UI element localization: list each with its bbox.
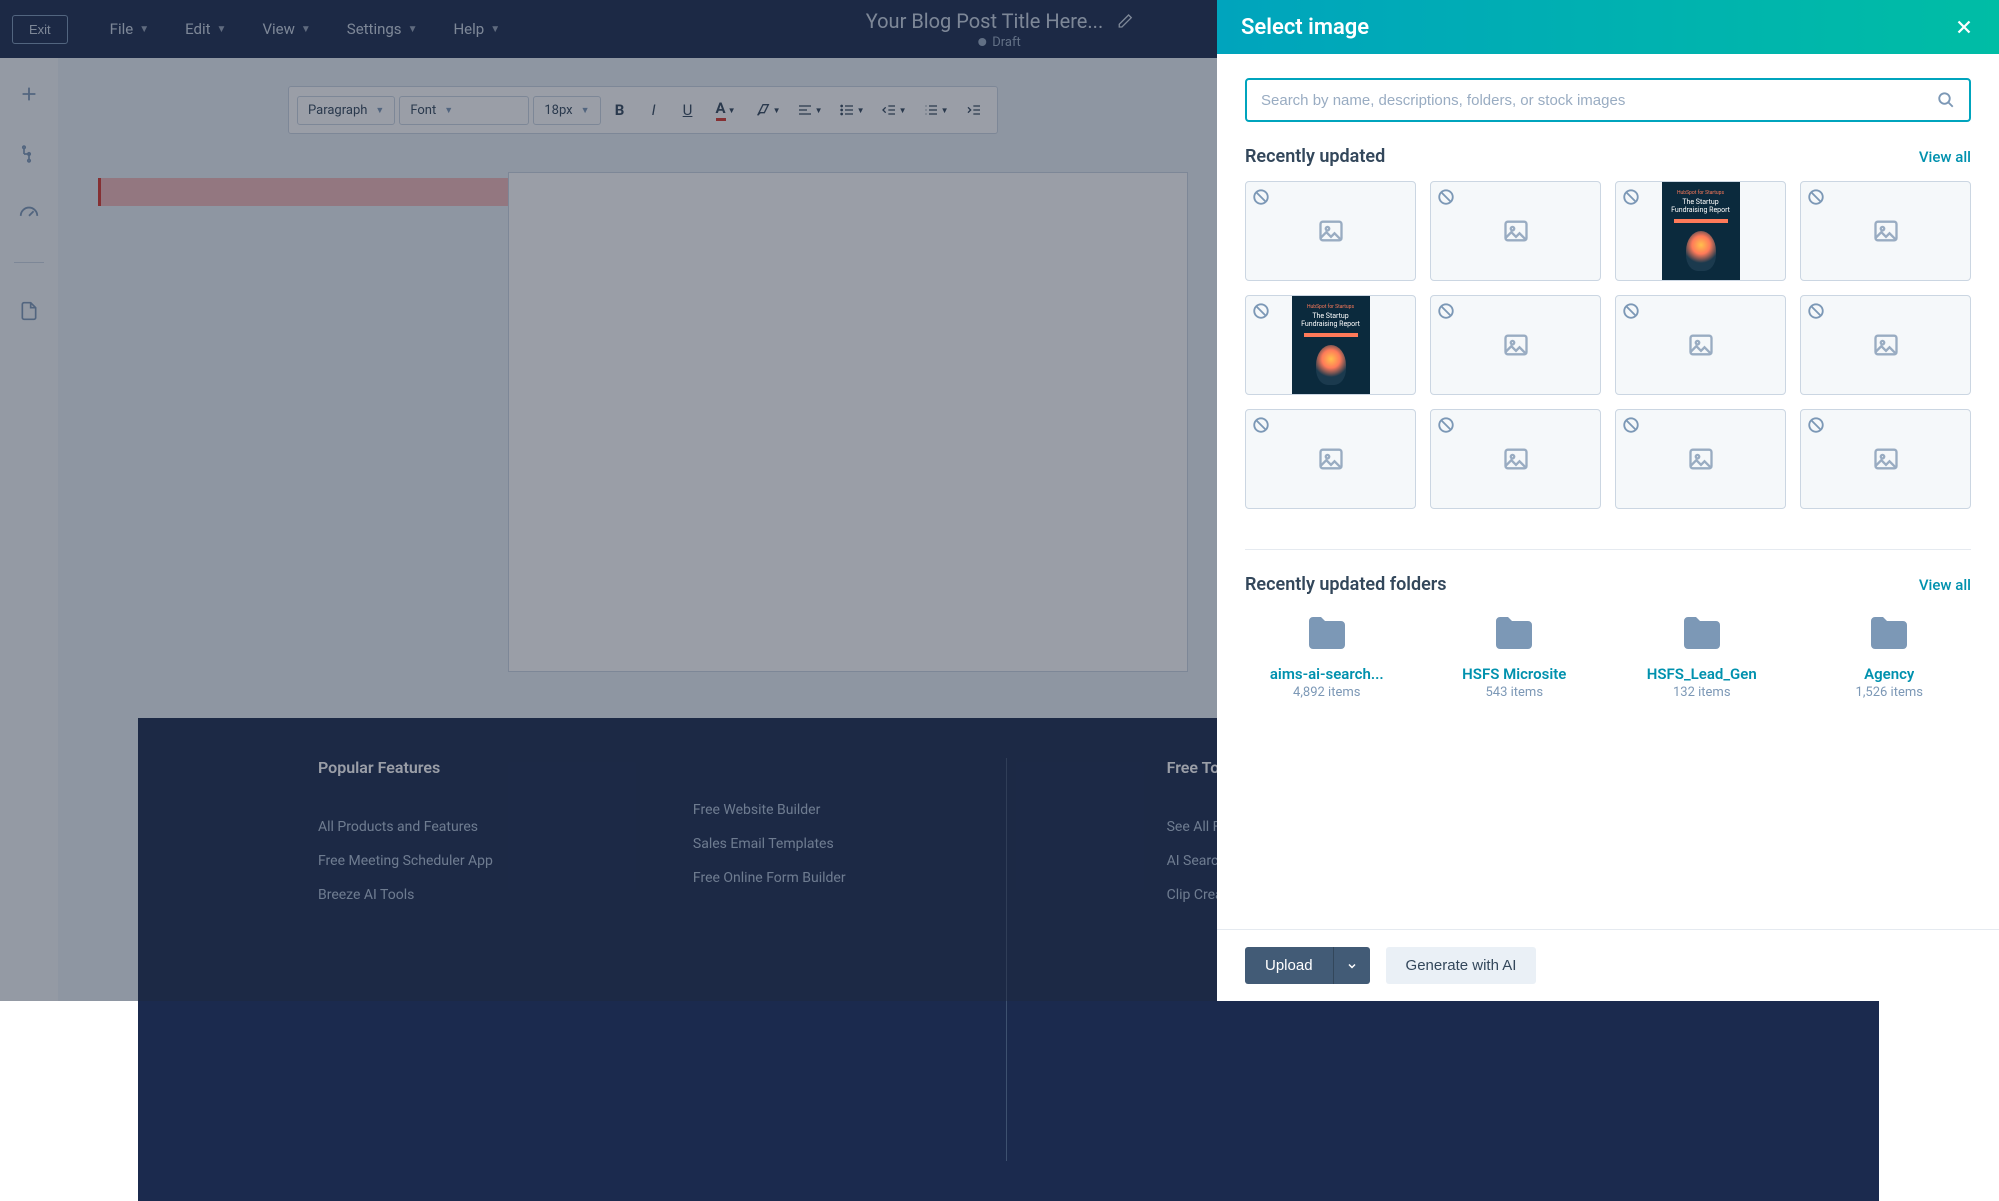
image-thumbnail[interactable]: [1430, 295, 1601, 395]
panel-header: Select image: [1217, 0, 1999, 54]
upload-button-group: Upload: [1245, 947, 1370, 984]
forbidden-icon: [1437, 416, 1455, 434]
section-title: Recently updated: [1245, 146, 1385, 167]
upload-dropdown-button[interactable]: [1333, 947, 1370, 984]
search-icon[interactable]: [1937, 91, 1955, 109]
folder-card[interactable]: Agency 1,526 items: [1808, 609, 1972, 700]
image-placeholder-icon: [1870, 331, 1902, 359]
close-button[interactable]: [1953, 16, 1975, 38]
image-thumbnail[interactable]: [1615, 295, 1786, 395]
forbidden-icon: [1807, 188, 1825, 206]
folder-icon: [1486, 609, 1542, 657]
image-placeholder-icon: [1500, 217, 1532, 245]
forbidden-icon: [1252, 416, 1270, 434]
folder-card[interactable]: aims-ai-search... 4,892 items: [1245, 609, 1409, 700]
image-placeholder-icon: [1870, 217, 1902, 245]
folder-count: 132 items: [1673, 685, 1731, 700]
image-thumbnail[interactable]: [1430, 181, 1601, 281]
forbidden-icon: [1622, 416, 1640, 434]
forbidden-icon: [1252, 302, 1270, 320]
image-thumbnail[interactable]: [1245, 181, 1416, 281]
image-thumbnail[interactable]: [1245, 409, 1416, 509]
forbidden-icon: [1622, 188, 1640, 206]
report-preview: HubSpot for StartupsThe Startup Fundrais…: [1662, 182, 1740, 280]
image-thumbnail[interactable]: [1800, 295, 1971, 395]
report-preview: HubSpot for StartupsThe Startup Fundrais…: [1292, 296, 1370, 394]
folder-count: 4,892 items: [1293, 685, 1360, 700]
generate-ai-button[interactable]: Generate with AI: [1386, 947, 1537, 984]
view-all-link[interactable]: View all: [1919, 576, 1971, 594]
image-thumbnail[interactable]: [1800, 409, 1971, 509]
section-title: Recently updated folders: [1245, 574, 1447, 595]
upload-button[interactable]: Upload: [1245, 947, 1333, 984]
folder-count: 1,526 items: [1856, 685, 1923, 700]
folder-name: Agency: [1864, 665, 1914, 683]
folder-card[interactable]: HSFS_Lead_Gen 132 items: [1620, 609, 1784, 700]
image-thumbnail[interactable]: HubSpot for StartupsThe Startup Fundrais…: [1615, 181, 1786, 281]
forbidden-icon: [1252, 188, 1270, 206]
section-head-recent: Recently updated View all: [1245, 146, 1971, 167]
folders-row: aims-ai-search... 4,892 items HSFS Microsi…: [1245, 609, 1971, 700]
image-placeholder-icon: [1315, 217, 1347, 245]
image-placeholder-icon: [1315, 445, 1347, 473]
forbidden-icon: [1437, 188, 1455, 206]
forbidden-icon: [1807, 302, 1825, 320]
folder-icon: [1861, 609, 1917, 657]
image-placeholder-icon: [1685, 445, 1717, 473]
image-placeholder-icon: [1685, 331, 1717, 359]
forbidden-icon: [1807, 416, 1825, 434]
image-placeholder-icon: [1500, 445, 1532, 473]
forbidden-icon: [1437, 302, 1455, 320]
folder-name: HSFS Microsite: [1462, 665, 1566, 683]
select-image-panel: Select image Recently updated View all H…: [1217, 0, 1999, 1001]
image-thumbnail[interactable]: [1615, 409, 1786, 509]
view-all-link[interactable]: View all: [1919, 148, 1971, 166]
image-placeholder-icon: [1870, 445, 1902, 473]
panel-title: Select image: [1241, 15, 1369, 40]
folder-card[interactable]: HSFS Microsite 543 items: [1433, 609, 1597, 700]
folder-name: aims-ai-search...: [1270, 665, 1384, 683]
section-head-folders: Recently updated folders View all: [1245, 574, 1971, 595]
image-thumbnail[interactable]: HubSpot for StartupsThe Startup Fundrais…: [1245, 295, 1416, 395]
search-input[interactable]: [1261, 92, 1937, 109]
image-placeholder-icon: [1500, 331, 1532, 359]
folder-icon: [1299, 609, 1355, 657]
folder-icon: [1674, 609, 1730, 657]
panel-footer: Upload Generate with AI: [1217, 929, 1999, 1001]
panel-divider: [1245, 549, 1971, 550]
folder-name: HSFS_Lead_Gen: [1647, 665, 1757, 683]
search-wrap: [1245, 78, 1971, 122]
panel-body: Recently updated View all HubSpot for St…: [1217, 54, 1999, 929]
image-thumbnail[interactable]: [1800, 181, 1971, 281]
folder-count: 543 items: [1485, 685, 1543, 700]
thumbnail-grid: HubSpot for StartupsThe Startup Fundrais…: [1245, 181, 1971, 509]
forbidden-icon: [1622, 302, 1640, 320]
image-thumbnail[interactable]: [1430, 409, 1601, 509]
